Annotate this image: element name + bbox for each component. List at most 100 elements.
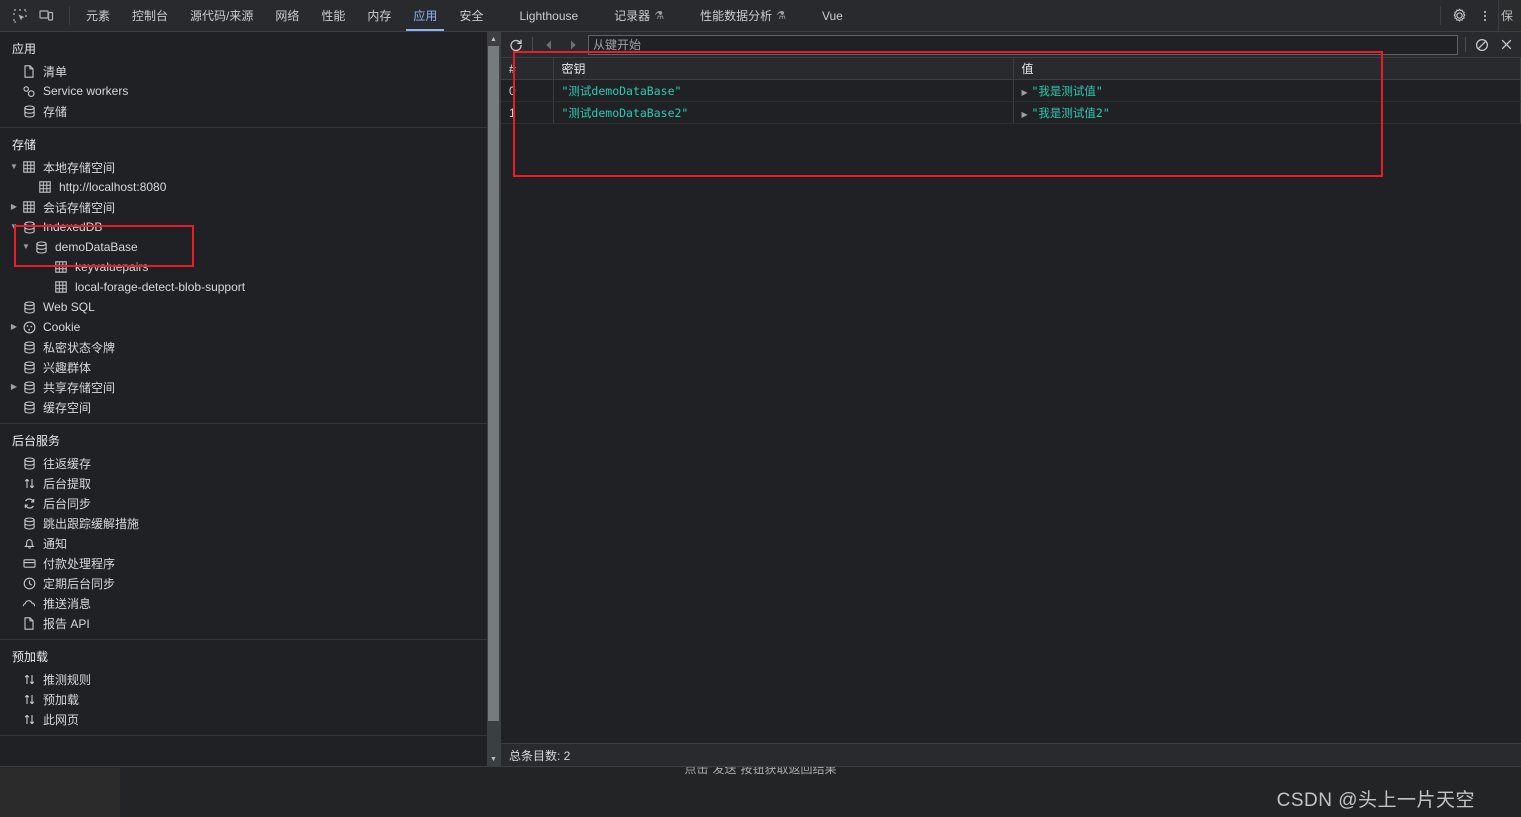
sidebar-item-demodatabase[interactable]: demoDataBase bbox=[0, 237, 500, 257]
value-string-value: "我是测试值" bbox=[1031, 83, 1103, 98]
tab-console[interactable]: 控制台 bbox=[121, 0, 179, 31]
sidebar-item-storage[interactable]: 存储 bbox=[0, 101, 500, 121]
sidebar-item-label: 往返缓存 bbox=[43, 456, 92, 471]
column-header-index[interactable]: # bbox=[501, 58, 554, 80]
sidebar-item-cache-storage[interactable]: 缓存空间 bbox=[0, 397, 500, 417]
chevron-right-icon[interactable]: ▶ bbox=[1022, 110, 1032, 119]
chevron-right-icon[interactable]: ▶ bbox=[1022, 88, 1032, 97]
sidebar-item-cookie[interactable]: Cookie bbox=[0, 317, 500, 337]
cell-index: 0 bbox=[501, 79, 554, 102]
sidebar-section-storage: 存储 本地存储空间 http://localhost:8080 bbox=[0, 128, 500, 424]
sidebar-item-session-storage[interactable]: 会话存储空间 bbox=[0, 197, 500, 217]
chevron-right-icon[interactable] bbox=[8, 383, 20, 391]
scroll-down-arrow-icon[interactable]: ▼ bbox=[487, 752, 500, 766]
table-row[interactable]: 1 "测试demoDataBase2" ▶ "我是测试值2" bbox=[501, 101, 1521, 124]
sidebar-item-payment-handler[interactable]: 付款处理程序 bbox=[0, 553, 500, 573]
tab-performance-insights[interactable]: 性能数据分析 ⚗ bbox=[689, 0, 797, 31]
tab-label: 性能 bbox=[321, 9, 346, 23]
sidebar-scrollbar[interactable]: ▲ ▼ bbox=[487, 32, 500, 766]
sidebar-item-back-forward-cache[interactable]: 往返缓存 bbox=[0, 453, 500, 473]
tab-vue[interactable]: Vue bbox=[811, 0, 854, 31]
gear-icon[interactable] bbox=[1446, 3, 1472, 29]
database-icon bbox=[20, 340, 38, 354]
table-header-row: # 密钥 值 bbox=[501, 58, 1521, 80]
tab-security[interactable]: 安全 bbox=[448, 0, 494, 31]
sidebar-item-notifications[interactable]: 通知 bbox=[0, 533, 500, 553]
sidebar-item-background-sync[interactable]: 后台同步 bbox=[0, 493, 500, 513]
refresh-icon[interactable] bbox=[505, 34, 527, 55]
devtools-right-icons: 保 bbox=[1435, 0, 1521, 31]
sidebar-section-title: 后台服务 bbox=[12, 434, 61, 448]
cell-value: ▶ "我是测试值" bbox=[1013, 79, 1521, 102]
key-filter-field[interactable] bbox=[588, 34, 1458, 55]
sidebar-item-private-state-tokens[interactable]: 私密状态令牌 bbox=[0, 337, 500, 357]
devtools-left-icons bbox=[0, 0, 64, 31]
device-toolbar-icon[interactable] bbox=[33, 3, 59, 29]
arrows-updown-icon bbox=[20, 713, 38, 726]
sidebar-item-service-workers[interactable]: Service workers bbox=[0, 81, 500, 101]
sidebar-item-bounce-tracking-mitigations[interactable]: 跳出跟踪缓解措施 bbox=[0, 513, 500, 533]
sidebar-item-indexeddb[interactable]: IndexedDB bbox=[0, 217, 500, 237]
sidebar-item-interest-groups[interactable]: 兴趣群体 bbox=[0, 357, 500, 377]
sidebar-item-preloads[interactable]: 预加载 bbox=[0, 689, 500, 709]
tab-label: Vue bbox=[821, 8, 843, 23]
chevron-down-icon[interactable] bbox=[20, 243, 32, 251]
chevron-right-icon[interactable] bbox=[8, 203, 20, 211]
scroll-up-arrow-icon[interactable]: ▲ bbox=[487, 32, 500, 46]
cell-index: 1 bbox=[501, 101, 554, 124]
scrollbar-thumb[interactable] bbox=[488, 46, 499, 721]
chevron-right-icon[interactable] bbox=[8, 323, 20, 331]
cookie-icon bbox=[20, 321, 38, 334]
sidebar-item-label: 共享存储空间 bbox=[43, 380, 116, 395]
inspect-element-icon[interactable] bbox=[7, 3, 33, 29]
column-header-value[interactable]: 值 bbox=[1013, 58, 1521, 80]
sidebar-item-localhost-origin[interactable]: http://localhost:8080 bbox=[0, 177, 500, 197]
arrows-updown-icon bbox=[20, 673, 38, 686]
tab-application[interactable]: 应用 bbox=[402, 0, 448, 31]
more-vertical-icon[interactable] bbox=[1472, 3, 1498, 29]
database-icon bbox=[20, 380, 38, 394]
sidebar-item-label: 报告 API bbox=[43, 616, 90, 631]
arrow-right-icon[interactable] bbox=[562, 34, 584, 55]
sidebar-item-label: 兴趣群体 bbox=[43, 360, 92, 375]
sidebar-item-label: 定期后台同步 bbox=[43, 576, 116, 591]
sidebar-item-push-messaging[interactable]: 推送消息 bbox=[0, 593, 500, 613]
idb-main-panel: # 密钥 值 0 "测试demoDataBase" ▶"我是测试值" 1 bbox=[501, 32, 1521, 766]
chevron-down-icon[interactable] bbox=[8, 223, 20, 231]
close-x-icon[interactable] bbox=[1495, 34, 1517, 55]
tab-recorder[interactable]: 记录器 ⚗ bbox=[603, 0, 675, 31]
table-icon bbox=[20, 201, 38, 213]
tab-label: 内存 bbox=[367, 9, 392, 23]
sidebar-item-local-storage[interactable]: 本地存储空间 bbox=[0, 157, 500, 177]
sidebar-item-label: 此网页 bbox=[43, 712, 80, 727]
chevron-down-icon[interactable] bbox=[8, 163, 20, 171]
sidebar-item-shared-storage[interactable]: 共享存储空间 bbox=[0, 377, 500, 397]
sidebar-item-reporting-api[interactable]: 报告 API bbox=[0, 613, 500, 633]
tab-memory[interactable]: 内存 bbox=[356, 0, 402, 31]
column-header-key[interactable]: 密钥 bbox=[553, 58, 1014, 80]
cloud-icon bbox=[20, 597, 38, 610]
sidebar-item-keyvaluepairs[interactable]: keyvaluepairs bbox=[0, 257, 500, 277]
tab-elements[interactable]: 元素 bbox=[75, 0, 121, 31]
arrow-left-icon[interactable] bbox=[538, 34, 560, 55]
browser-edge-cutoff: 保 bbox=[1498, 0, 1521, 31]
sidebar-item-manifest[interactable]: 清单 bbox=[0, 61, 500, 81]
sidebar-item-local-forage-detect-blob-support[interactable]: local-forage-detect-blob-support bbox=[0, 277, 500, 297]
sidebar-item-periodic-background-sync[interactable]: 定期后台同步 bbox=[0, 573, 500, 593]
sidebar-item-web-sql[interactable]: Web SQL bbox=[0, 297, 500, 317]
cell-key: "测试demoDataBase2" bbox=[553, 101, 1014, 124]
sidebar-item-label: Web SQL bbox=[43, 300, 95, 314]
table-row[interactable]: 0 "测试demoDataBase" ▶ "我是测试值" bbox=[501, 79, 1521, 102]
grid-empty-area bbox=[501, 124, 1521, 743]
tab-lighthouse[interactable]: Lighthouse bbox=[508, 0, 589, 31]
clear-circle-slash-icon[interactable] bbox=[1471, 34, 1493, 55]
tab-performance[interactable]: 性能 bbox=[310, 0, 356, 31]
tab-sources[interactable]: 源代码/来源 bbox=[179, 0, 264, 31]
tab-network[interactable]: 网络 bbox=[264, 0, 310, 31]
sidebar-item-this-page[interactable]: 此网页 bbox=[0, 709, 500, 729]
search-input[interactable] bbox=[593, 37, 1453, 52]
cell-value: ▶ "我是测试值2" bbox=[1013, 101, 1521, 124]
toolbar-divider bbox=[532, 37, 533, 52]
sidebar-item-background-fetch[interactable]: 后台提取 bbox=[0, 473, 500, 493]
sidebar-item-speculation-rules[interactable]: 推测规则 bbox=[0, 669, 500, 689]
